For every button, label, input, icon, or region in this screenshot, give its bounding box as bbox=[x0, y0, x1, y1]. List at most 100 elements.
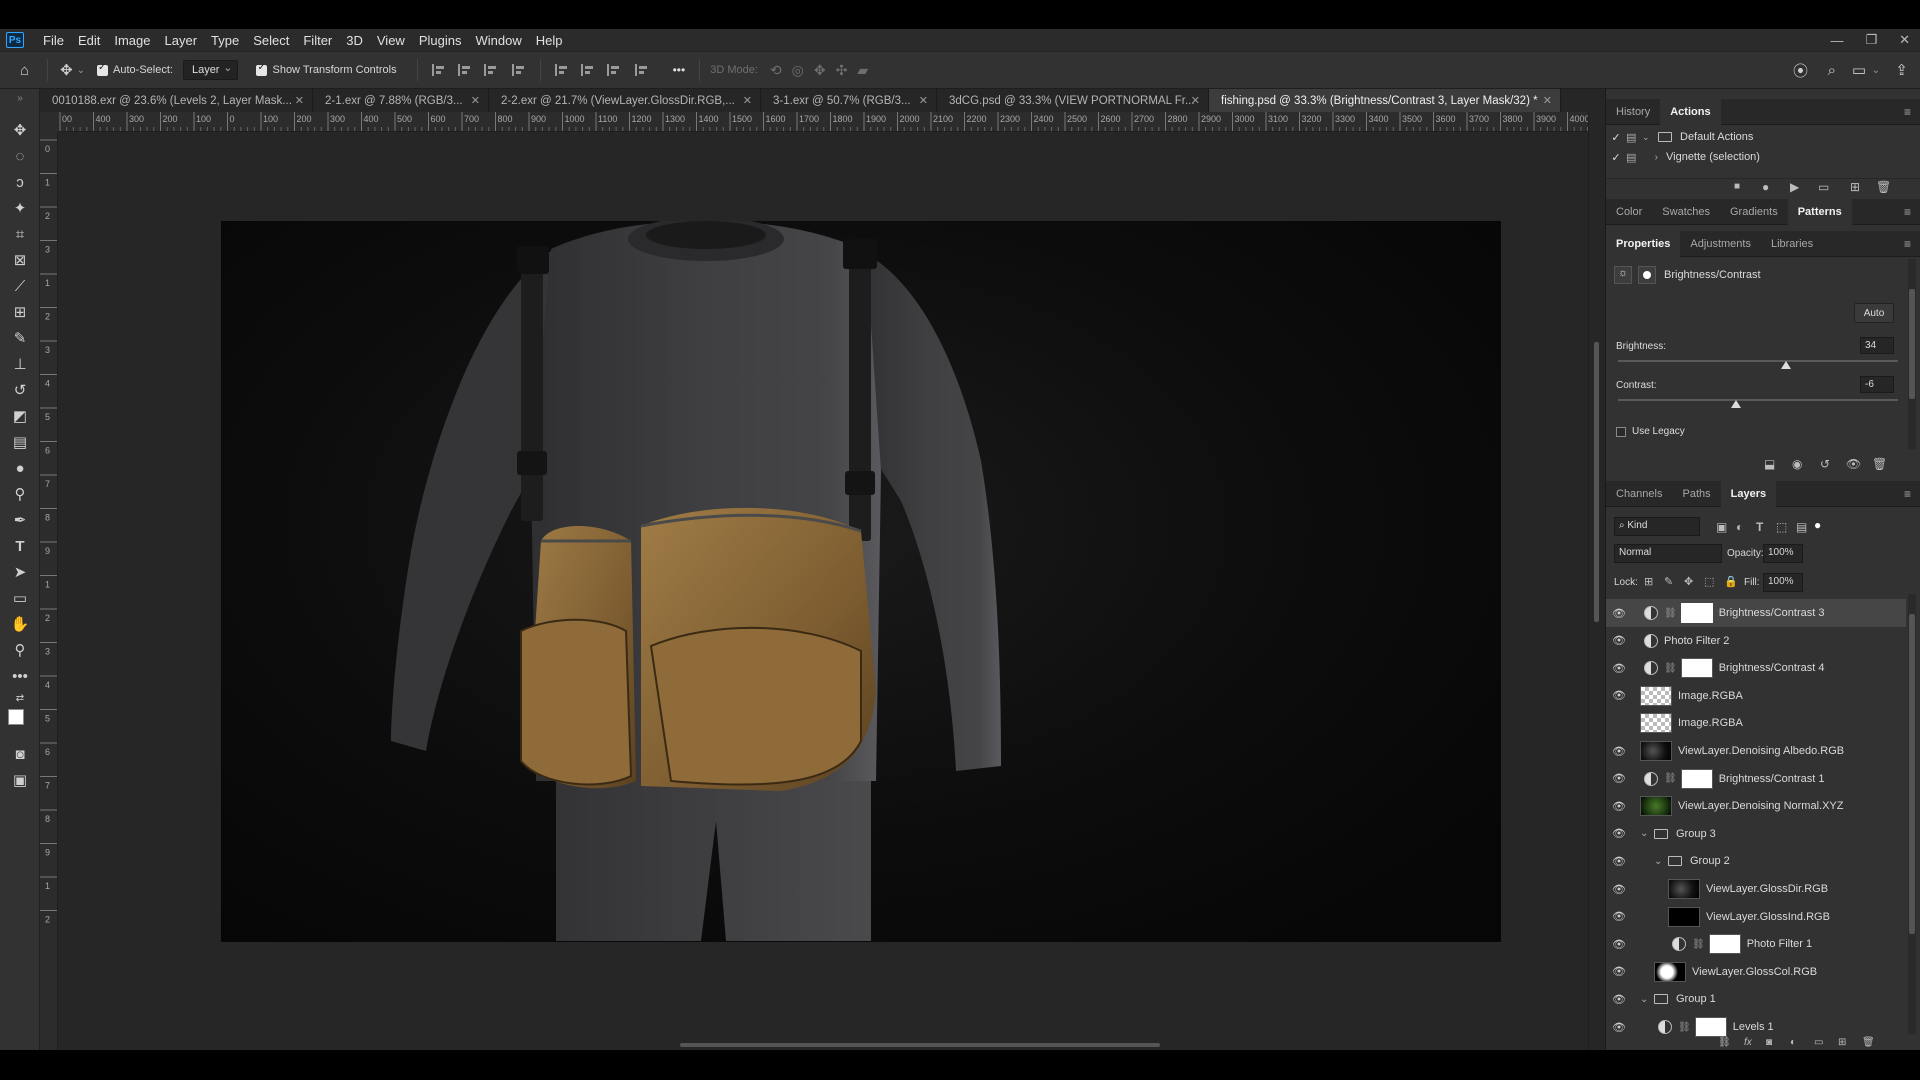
layer-filter-kind-dropdown[interactable]: ⌕ Kind bbox=[1614, 517, 1700, 536]
brightness-field[interactable]: 34 bbox=[1860, 337, 1894, 354]
filter-smart-object-icon[interactable]: ▤ bbox=[1796, 520, 1807, 534]
healing-brush-tool-icon[interactable]: ⊞ bbox=[9, 301, 31, 323]
visibility-eye-icon[interactable]: 👁 bbox=[1606, 938, 1632, 951]
close-button[interactable]: ✕ bbox=[1899, 32, 1910, 48]
tab-document-5[interactable]: 3dCG.psd @ 33.3% (VIEW PORTNORMAL Fr... ✕ bbox=[937, 89, 1209, 112]
layer-style-icon[interactable]: fx bbox=[1744, 1037, 1752, 1048]
rectangle-tool-icon[interactable]: ▭ bbox=[9, 587, 31, 609]
close-tab-icon[interactable]: ✕ bbox=[295, 94, 304, 107]
menu-select[interactable]: Select bbox=[246, 33, 296, 48]
type-tool-icon[interactable]: T bbox=[9, 535, 31, 557]
panel-menu-icon[interactable]: ≡ bbox=[1904, 105, 1911, 119]
mask-link-icon[interactable]: ⛓ bbox=[1664, 608, 1677, 619]
mask-link-icon[interactable]: ⛓ bbox=[1664, 773, 1677, 784]
layer-thumbnail[interactable] bbox=[1640, 713, 1672, 734]
layer-row[interactable]: 👁 ⛓ Brightness/Contrast 3 bbox=[1606, 599, 1906, 627]
drag-3d-icon[interactable]: ✥ bbox=[814, 62, 826, 79]
chevron-down-icon[interactable]: ⌄ bbox=[1642, 132, 1656, 143]
more-options-button[interactable]: ••• bbox=[673, 63, 686, 77]
screen-mode-icon[interactable]: ▣ bbox=[9, 769, 31, 791]
clone-stamp-tool-icon[interactable]: ⊥ bbox=[9, 353, 31, 375]
layer-row[interactable]: 👁 ViewLayer.Denoising Albedo.RGB bbox=[1606, 737, 1906, 765]
layer-thumbnail[interactable] bbox=[1640, 741, 1672, 761]
adjustment-layer-icon[interactable] bbox=[1644, 771, 1658, 786]
lasso-tool-icon[interactable]: ↄ bbox=[9, 171, 31, 193]
tab-adjustments[interactable]: Adjustments bbox=[1680, 231, 1761, 257]
visibility-eye-icon[interactable]: 👁 bbox=[1606, 910, 1632, 923]
brush-tool-icon[interactable]: ✎ bbox=[9, 327, 31, 349]
slide-3d-icon[interactable]: ✣ bbox=[836, 62, 848, 79]
toggle-check-icon[interactable]: ✓ bbox=[1606, 151, 1626, 164]
tab-document-2[interactable]: 2-1.exr @ 7.88% (RGB/3... ✕ bbox=[313, 89, 489, 112]
visibility-eye-icon[interactable]: 👁 bbox=[1606, 965, 1632, 978]
hand-tool-icon[interactable]: ✋ bbox=[9, 613, 31, 635]
move-tool-icon[interactable]: ✥ bbox=[9, 119, 31, 141]
visibility-eye-icon[interactable]: 👁 bbox=[1606, 745, 1632, 758]
menu-filter[interactable]: Filter bbox=[296, 33, 339, 48]
new-layer-icon[interactable]: ⊞ bbox=[1838, 1037, 1846, 1048]
distribute-horizontal-icon[interactable] bbox=[511, 64, 526, 76]
align-left-icon[interactable] bbox=[431, 64, 446, 76]
layer-row[interactable]: 👁 ⛓ Levels 1 bbox=[1606, 1013, 1906, 1041]
new-adjustment-icon[interactable]: ◐ bbox=[1790, 1037, 1796, 1048]
orbit-3d-icon[interactable]: ⟲ bbox=[770, 62, 782, 79]
panel-menu-icon[interactable]: ≡ bbox=[1904, 237, 1911, 251]
pen-tool-icon[interactable]: ✒ bbox=[9, 509, 31, 531]
close-tab-icon[interactable]: ✕ bbox=[743, 94, 752, 107]
edit-toolbar-icon[interactable]: ••• bbox=[9, 665, 31, 687]
sun-icon[interactable]: ☼ bbox=[1614, 266, 1632, 284]
tab-swatches[interactable]: Swatches bbox=[1652, 199, 1720, 225]
properties-scroll-thumb[interactable] bbox=[1909, 289, 1915, 399]
tab-properties[interactable]: Properties bbox=[1606, 230, 1681, 257]
share-icon[interactable]: ⇪ bbox=[1895, 61, 1908, 79]
menu-edit[interactable]: Edit bbox=[71, 33, 107, 48]
toggle-check-icon[interactable]: ✓ bbox=[1606, 131, 1626, 144]
action-set-row[interactable]: ✓ ▤ ⌄ Default Actions bbox=[1606, 127, 1906, 147]
lock-transparent-icon[interactable]: ⊞ bbox=[1644, 575, 1653, 588]
adjustment-layer-icon[interactable] bbox=[1658, 1020, 1672, 1034]
menu-file[interactable]: File bbox=[36, 33, 71, 48]
auto-button[interactable]: Auto bbox=[1854, 303, 1894, 323]
path-selection-tool-icon[interactable]: ➤ bbox=[9, 561, 31, 583]
vertical-scrollbar[interactable] bbox=[1588, 112, 1605, 1050]
vertical-scroll-thumb[interactable] bbox=[1594, 342, 1599, 622]
auto-select-target-dropdown[interactable]: Layer bbox=[182, 60, 239, 80]
lock-all-icon[interactable]: 🔒 bbox=[1724, 575, 1738, 588]
tab-document-active[interactable]: fishing.psd @ 33.3% (Brightness/Contrast… bbox=[1209, 89, 1561, 112]
eraser-tool-icon[interactable]: ◩ bbox=[9, 405, 31, 427]
visibility-eye-icon[interactable]: 👁 bbox=[1606, 883, 1632, 896]
adjustment-layer-icon[interactable] bbox=[1644, 661, 1658, 676]
panel-menu-icon[interactable]: ≡ bbox=[1904, 205, 1911, 219]
blend-mode-dropdown[interactable]: Normal bbox=[1614, 544, 1722, 563]
filter-toggle-icon[interactable]: ● bbox=[1814, 518, 1821, 532]
opacity-field[interactable]: 100% bbox=[1763, 544, 1803, 563]
panel-menu-icon[interactable]: ≡ bbox=[1904, 487, 1911, 501]
zoom-tool-icon[interactable]: ⚲ bbox=[9, 639, 31, 661]
dialog-toggle-icon[interactable]: ▤ bbox=[1626, 131, 1642, 144]
lock-pixels-icon[interactable]: ✎ bbox=[1664, 575, 1673, 588]
visibility-eye-icon[interactable]: 👁 bbox=[1606, 800, 1632, 813]
scale-3d-icon[interactable]: ▰ bbox=[857, 62, 868, 79]
visibility-icon[interactable]: 👁 bbox=[1846, 457, 1861, 471]
visibility-eye-icon[interactable]: 👁 bbox=[1606, 607, 1632, 620]
filter-adjustment-icon[interactable]: ◐ bbox=[1736, 520, 1743, 534]
distribute-vertical-icon[interactable] bbox=[634, 64, 649, 76]
delete-layer-icon[interactable]: 🗑 bbox=[1862, 1037, 1875, 1048]
contrast-slider-thumb[interactable] bbox=[1730, 400, 1741, 408]
magic-wand-tool-icon[interactable]: ✦ bbox=[9, 197, 31, 219]
tab-paths[interactable]: Paths bbox=[1672, 481, 1720, 507]
layer-row[interactable]: 👁 ViewLayer.GlossInd.RGB bbox=[1606, 903, 1906, 931]
show-transform-checkbox[interactable] bbox=[256, 62, 268, 76]
layer-row[interactable]: 👁 ViewLayer.Denoising Normal.XYZ bbox=[1606, 792, 1906, 820]
vertical-ruler[interactable]: 0 1 2 3 1 2 3 4 5 6 7 8 9 1 2 3 4 5 6 7 8 9 1 2 bbox=[40, 132, 58, 1050]
mask-link-icon[interactable]: ⛓ bbox=[1664, 663, 1677, 674]
filter-shape-icon[interactable]: ⬚ bbox=[1776, 520, 1787, 534]
layer-group-row[interactable]: 👁 ⌄ Group 1 bbox=[1606, 985, 1906, 1013]
layer-row[interactable]: 👁 Photo Filter 2 bbox=[1606, 627, 1906, 655]
layer-group-row[interactable]: 👁 ⌄ Group 2 bbox=[1606, 847, 1906, 875]
auto-select-checkbox[interactable] bbox=[97, 62, 109, 76]
tab-document-1[interactable]: 0010188.exr @ 23.6% (Levels 2, Layer Mas… bbox=[40, 89, 313, 112]
align-right-icon[interactable] bbox=[483, 64, 498, 76]
lock-artboard-icon[interactable]: ⬚ bbox=[1704, 575, 1714, 588]
tab-gradients[interactable]: Gradients bbox=[1720, 199, 1788, 225]
